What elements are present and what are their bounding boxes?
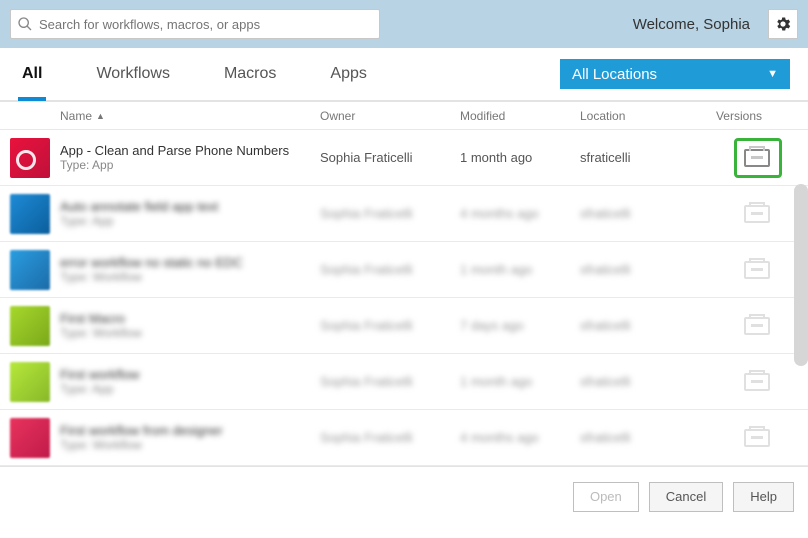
item-owner: Sophia Fraticelli bbox=[320, 374, 460, 389]
list-item[interactable]: First Macro Type: Workflow Sophia Fratic… bbox=[0, 298, 808, 354]
list-item[interactable]: error workflow no static no EDC Type: Wo… bbox=[0, 242, 808, 298]
item-thumbnail bbox=[10, 306, 50, 346]
item-thumbnail bbox=[10, 138, 50, 178]
item-subtitle: Type: App bbox=[60, 158, 320, 172]
item-location: sfraticelli bbox=[580, 374, 700, 389]
welcome-user: Sophia bbox=[703, 16, 750, 33]
column-versions[interactable]: Versions bbox=[716, 109, 808, 123]
versions-icon[interactable] bbox=[744, 261, 770, 279]
item-title: First workflow bbox=[60, 367, 320, 382]
chevron-down-icon: ▼ bbox=[767, 68, 778, 80]
item-modified: 1 month ago bbox=[460, 374, 580, 389]
column-name-label: Name bbox=[60, 109, 92, 123]
versions-icon[interactable] bbox=[744, 373, 770, 391]
item-location: sfraticelli bbox=[580, 150, 700, 165]
versions-icon[interactable] bbox=[744, 317, 770, 335]
item-thumbnail bbox=[10, 194, 50, 234]
gear-icon bbox=[774, 15, 792, 33]
top-bar: Welcome, Sophia bbox=[0, 0, 808, 48]
search-input[interactable] bbox=[33, 17, 373, 32]
item-location: sfraticelli bbox=[580, 262, 700, 277]
welcome-text: Welcome, Sophia bbox=[633, 16, 750, 33]
item-thumbnail bbox=[10, 418, 50, 458]
scrollbar[interactable] bbox=[794, 184, 808, 366]
item-subtitle: Type: Workflow bbox=[60, 326, 320, 340]
versions-icon[interactable] bbox=[744, 149, 770, 167]
open-button[interactable]: Open bbox=[573, 482, 639, 512]
column-modified[interactable]: Modified bbox=[460, 109, 580, 123]
search-box[interactable] bbox=[10, 9, 380, 39]
item-owner: Sophia Fraticelli bbox=[320, 150, 460, 165]
item-owner: Sophia Fraticelli bbox=[320, 262, 460, 277]
list-item[interactable]: App - Clean and Parse Phone Numbers Type… bbox=[0, 130, 808, 186]
item-subtitle: Type: App bbox=[60, 382, 320, 396]
column-name[interactable]: Name ▲ bbox=[60, 109, 320, 123]
item-title: Auto annotate field app text bbox=[60, 199, 320, 214]
settings-button[interactable] bbox=[768, 9, 798, 39]
item-owner: Sophia Fraticelli bbox=[320, 430, 460, 445]
sort-asc-icon: ▲ bbox=[96, 111, 105, 121]
item-owner: Sophia Fraticelli bbox=[320, 206, 460, 221]
item-modified: 1 month ago bbox=[460, 150, 580, 165]
column-owner[interactable]: Owner bbox=[320, 109, 460, 123]
item-title: First Macro bbox=[60, 311, 320, 326]
location-filter-label: All Locations bbox=[572, 66, 657, 83]
list-item[interactable]: First workflow Type: App Sophia Fraticel… bbox=[0, 354, 808, 410]
item-owner: Sophia Fraticelli bbox=[320, 318, 460, 333]
item-subtitle: Type: Workflow bbox=[60, 270, 320, 284]
tab-macros[interactable]: Macros bbox=[220, 49, 280, 99]
column-headers: Name ▲ Owner Modified Location Versions bbox=[0, 102, 808, 130]
item-location: sfraticelli bbox=[580, 430, 700, 445]
tab-row: All Workflows Macros Apps All Locations … bbox=[0, 48, 808, 102]
item-title: App - Clean and Parse Phone Numbers bbox=[60, 143, 320, 158]
item-modified: 1 month ago bbox=[460, 262, 580, 277]
item-title: error workflow no static no EDC bbox=[60, 255, 320, 270]
cancel-button[interactable]: Cancel bbox=[649, 482, 723, 512]
item-list: App - Clean and Parse Phone Numbers Type… bbox=[0, 130, 808, 466]
versions-icon[interactable] bbox=[744, 205, 770, 223]
location-filter-dropdown[interactable]: All Locations ▼ bbox=[560, 59, 790, 89]
search-icon bbox=[17, 16, 33, 32]
item-location: sfraticelli bbox=[580, 318, 700, 333]
tab-all[interactable]: All bbox=[18, 49, 46, 101]
versions-icon[interactable] bbox=[744, 429, 770, 447]
column-location[interactable]: Location bbox=[580, 109, 700, 123]
item-title: First workflow from designer bbox=[60, 423, 320, 438]
tab-apps[interactable]: Apps bbox=[326, 49, 370, 99]
item-modified: 4 months ago bbox=[460, 206, 580, 221]
list-item[interactable]: Auto annotate field app text Type: App S… bbox=[0, 186, 808, 242]
footer: Open Cancel Help bbox=[0, 466, 808, 526]
item-thumbnail bbox=[10, 250, 50, 290]
item-modified: 7 days ago bbox=[460, 318, 580, 333]
item-modified: 4 months ago bbox=[460, 430, 580, 445]
help-button[interactable]: Help bbox=[733, 482, 794, 512]
tab-workflows[interactable]: Workflows bbox=[92, 49, 174, 99]
item-subtitle: Type: App bbox=[60, 214, 320, 228]
item-thumbnail bbox=[10, 362, 50, 402]
welcome-prefix: Welcome, bbox=[633, 16, 704, 33]
item-location: sfraticelli bbox=[580, 206, 700, 221]
list-item[interactable]: First workflow from designer Type: Workf… bbox=[0, 410, 808, 466]
item-subtitle: Type: Workflow bbox=[60, 438, 320, 452]
